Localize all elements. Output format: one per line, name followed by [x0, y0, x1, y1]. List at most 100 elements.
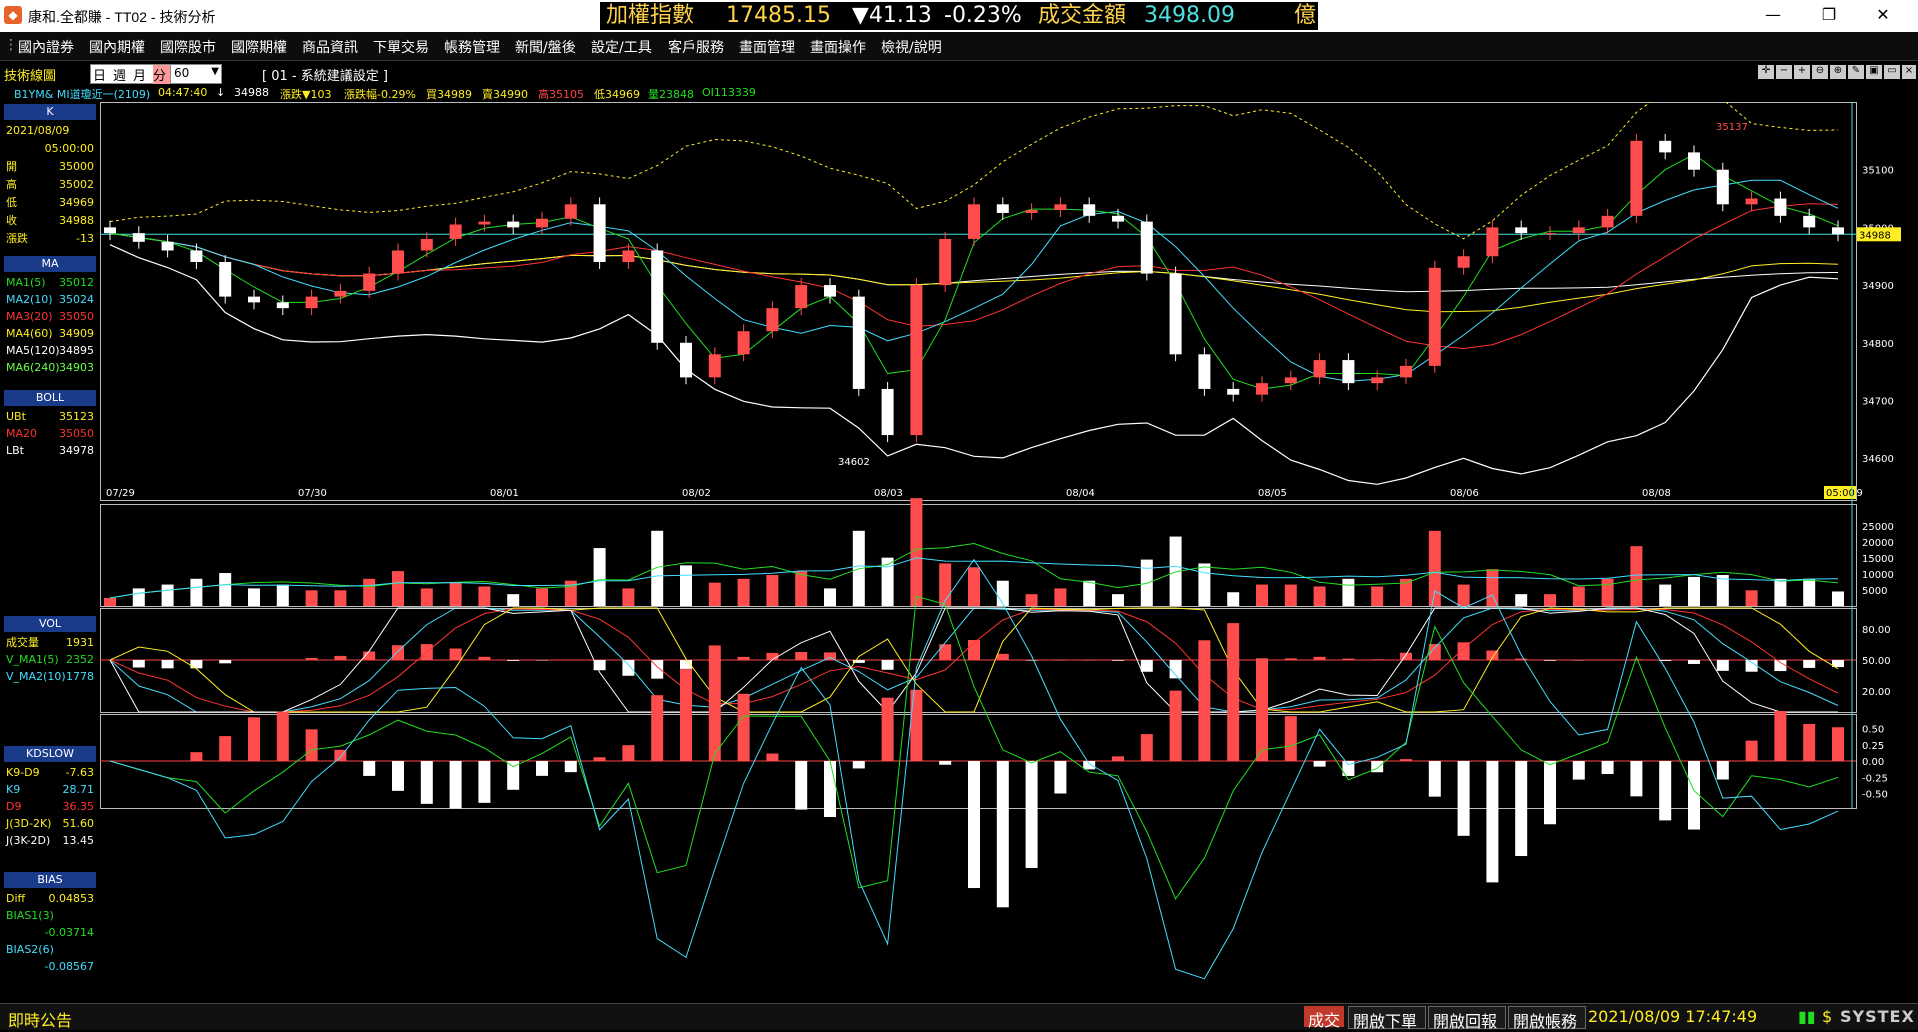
date-tick-label: 07/30 [298, 488, 327, 499]
window-icon[interactable]: ▭ [1884, 65, 1900, 79]
period-minute[interactable]: 分 [153, 65, 171, 84]
menu-item-customer-service[interactable]: 客戶服務 [668, 37, 724, 57]
ma-value: 35024 [59, 291, 94, 308]
bias-diff-bar [1544, 761, 1556, 824]
minimize-button[interactable]: — [1750, 0, 1796, 32]
period-week[interactable]: 週 [113, 65, 126, 84]
menu-item-order-trade[interactable]: 下單交易 [373, 37, 429, 57]
menu-item-intl-futures[interactable]: 國際期權 [231, 37, 287, 57]
menu-item-view-help[interactable]: 檢視/說明 [881, 37, 942, 57]
bias-diff-bar [190, 752, 202, 761]
volume-bar [1083, 581, 1095, 606]
date-tick-label: 08/05 [1258, 488, 1287, 499]
bias-row: BIAS2(6) [4, 941, 96, 958]
magnify-plus-icon[interactable]: ⊕ [1830, 65, 1846, 79]
kd-value: 28.71 [63, 781, 95, 798]
candle-body [824, 285, 836, 297]
volume-bar [1746, 590, 1758, 606]
ticker-percent: -0.23% [944, 2, 1022, 30]
menu-item-account[interactable]: 帳務管理 [444, 37, 500, 57]
menu-item-product-info[interactable]: 商品資訊 [302, 37, 358, 57]
crosshair-icon[interactable]: ✛ [1758, 65, 1774, 79]
brand-logo: SYSTEX [1840, 1007, 1915, 1026]
low-label: 低 [6, 194, 17, 211]
candle-body [939, 239, 951, 285]
sidebar-time-value: 05:00:00 [45, 140, 94, 157]
candle-body [910, 285, 922, 435]
vol-label: 成交量 [6, 634, 39, 651]
close-button[interactable]: ✕ [1860, 0, 1906, 32]
menu-item-screen-operate[interactable]: 畫面操作 [810, 37, 866, 57]
deal-badge[interactable]: 成交 [1304, 1006, 1344, 1027]
chart-toolbar: 技術線圖 日 週 月 分 60 ▼ [ 01 - 系統建議設定 ] ✛ − + … [0, 62, 1918, 84]
volume-bar [507, 594, 519, 606]
open-account-button[interactable]: 開啟帳務 [1508, 1006, 1586, 1029]
menu-item-news[interactable]: 新聞/盤後 [515, 37, 576, 57]
period-day[interactable]: 日 [93, 65, 106, 84]
candle-body [1573, 227, 1585, 233]
volume-bar [1688, 577, 1700, 606]
price-tick-label: 34900 [1862, 281, 1894, 292]
zoom-out-icon[interactable]: − [1776, 65, 1792, 79]
volume-bar [306, 590, 318, 606]
menu-item-intl-stocks[interactable]: 國際股市 [160, 37, 216, 57]
quote-line: B1YM& MI道瓊近一(2109) 04:47:40 ↓ 34988 漲跌▼1… [0, 84, 1918, 102]
candle-body [651, 250, 663, 342]
candle-body [795, 285, 807, 308]
bias-diff-bar [1112, 756, 1124, 761]
bias-diff-bar [1573, 761, 1585, 780]
candle-body [334, 291, 346, 297]
period-month[interactable]: 月 [133, 65, 146, 84]
ma-value: 35050 [59, 308, 94, 325]
candle-body [1515, 227, 1527, 233]
menu-item-screen-manage[interactable]: 畫面管理 [739, 37, 795, 57]
vol-label: V_MA1(5) [6, 651, 59, 668]
volume-bar [1429, 531, 1441, 606]
volume-bar [795, 571, 807, 606]
volume-bar [1774, 579, 1786, 606]
boll-section-head: BOLL [4, 390, 96, 406]
candle-body [1774, 199, 1786, 216]
technical-chart[interactable]: 35100350003490034800347003460007/2907/30… [100, 102, 1918, 1000]
draw-tool-icon[interactable]: ✎ [1848, 65, 1864, 79]
candle-body [536, 219, 548, 228]
save-icon[interactable]: ▣ [1866, 65, 1882, 79]
menu-item-domestic-futures[interactable]: 國內期權 [89, 37, 145, 57]
magnify-minus-icon[interactable]: ⊖ [1812, 65, 1828, 79]
interval-select[interactable]: 60 ▼ [170, 64, 222, 84]
volume-bar [939, 563, 951, 606]
open-order-button[interactable]: 開啟下單 [1348, 1006, 1426, 1029]
kd-diff-bar [1371, 659, 1383, 660]
kd-diff-bar [738, 657, 750, 660]
dollar-icon: $ [1822, 1007, 1832, 1026]
bias-row: -0.03714 [4, 924, 96, 941]
kd-diff-bar [478, 657, 490, 660]
bias-diff-bar [1285, 716, 1297, 761]
volume-bar [738, 579, 750, 606]
candle-body [1112, 216, 1124, 222]
bias-diff-bar [1170, 691, 1182, 761]
system-setting-label[interactable]: [ 01 - 系統建議設定 ] [262, 65, 388, 84]
date-tick-label: 08/02 [682, 488, 711, 499]
maximize-button[interactable]: ❐ [1806, 0, 1852, 32]
notice-label[interactable]: 即時公告 [8, 1007, 72, 1031]
kd-diff-bar [882, 660, 894, 670]
volume-bar [421, 588, 433, 606]
zoom-in-icon[interactable]: + [1794, 65, 1810, 79]
kd-diff-bar [1515, 659, 1527, 660]
volume-bar [1198, 563, 1210, 606]
menu-item-settings-tools[interactable]: 設定/工具 [591, 37, 652, 57]
open-report-button[interactable]: 開啟回報 [1428, 1006, 1506, 1029]
bias-diff-bar [1400, 759, 1412, 761]
window-title: 康和.全都賺 - TT02 - 技術分析 [28, 7, 215, 27]
candle-body [1342, 360, 1354, 383]
candle-body [1371, 377, 1383, 383]
kd-diff-bar [594, 660, 606, 670]
volume-tick-label: 5000 [1862, 586, 1887, 597]
bias-diff-bar [1026, 761, 1038, 868]
ticker-value: 17485.15 [726, 2, 831, 30]
status-datetime: 2021/08/09 17:47:49 [1588, 1007, 1757, 1026]
close-chart-icon[interactable]: × [1902, 65, 1916, 79]
kd-row: K9-D9-7.63 [4, 764, 96, 781]
menu-item-domestic-securities[interactable]: 國內證券 [18, 37, 74, 57]
